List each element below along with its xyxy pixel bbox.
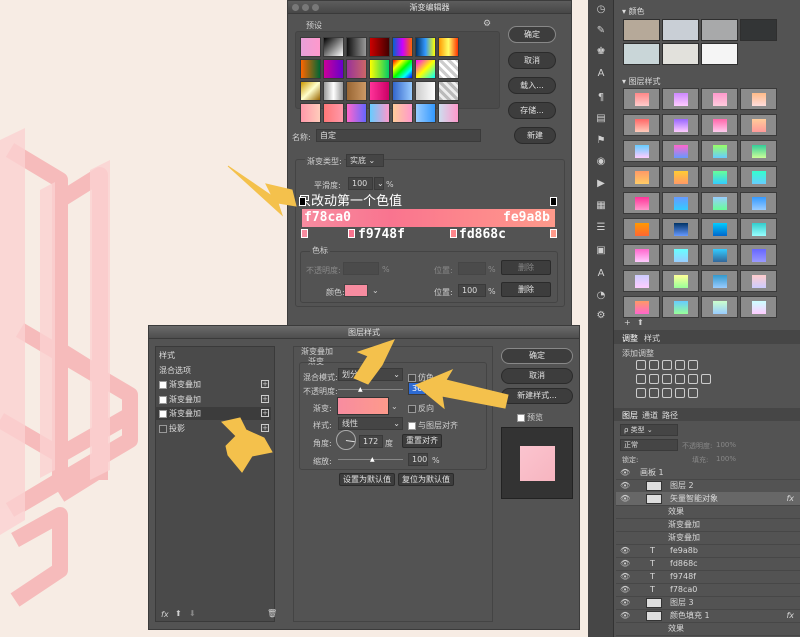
arrow-to-gradient-stop xyxy=(227,165,297,217)
arrow-to-opacity xyxy=(415,368,509,410)
arrow-to-gradient-overlay xyxy=(221,417,273,473)
arrow-to-blend-mode xyxy=(353,339,395,385)
annotation-arrows xyxy=(221,165,509,473)
